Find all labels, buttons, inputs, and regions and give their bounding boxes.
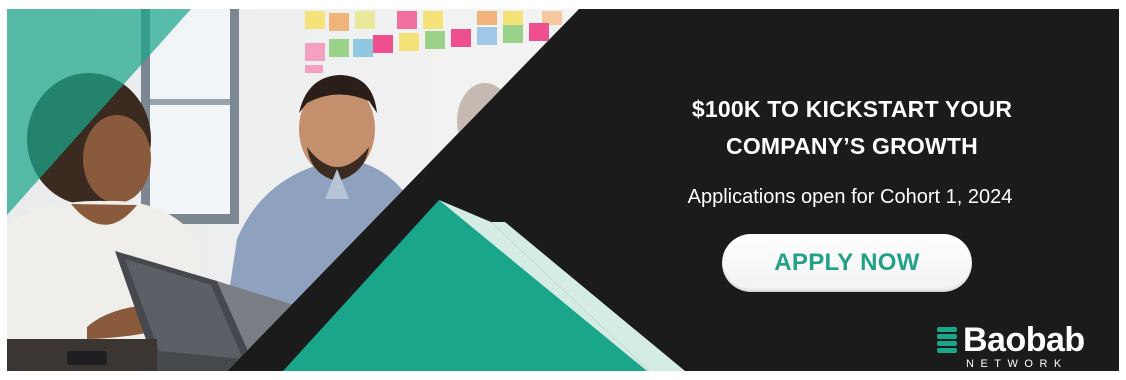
headline-line-2: COMPANY’S GROWTH — [726, 133, 978, 159]
bottom-green-triangle — [283, 200, 647, 371]
top-left-green-triangle — [7, 9, 191, 215]
headline: $100K TO KICKSTART YOUR COMPANY’S GROWTH — [637, 91, 1067, 165]
baobab-network-logo[interactable]: Baobab NETWORK — [935, 321, 1119, 370]
logo-wordmark: Baobab — [963, 321, 1085, 359]
promo-banner: $100K TO KICKSTART YOUR COMPANY’S GROWTH… — [7, 9, 1119, 371]
subheadline: Applications open for Cohort 1, 2024 — [687, 186, 1013, 208]
logo-tagline: NETWORK — [966, 358, 1068, 370]
headline-line-1: $100K TO KICKSTART YOUR — [691, 96, 1013, 122]
apply-now-button[interactable]: APPLY NOW — [722, 234, 972, 292]
baobab-logo-icon — [937, 327, 957, 353]
